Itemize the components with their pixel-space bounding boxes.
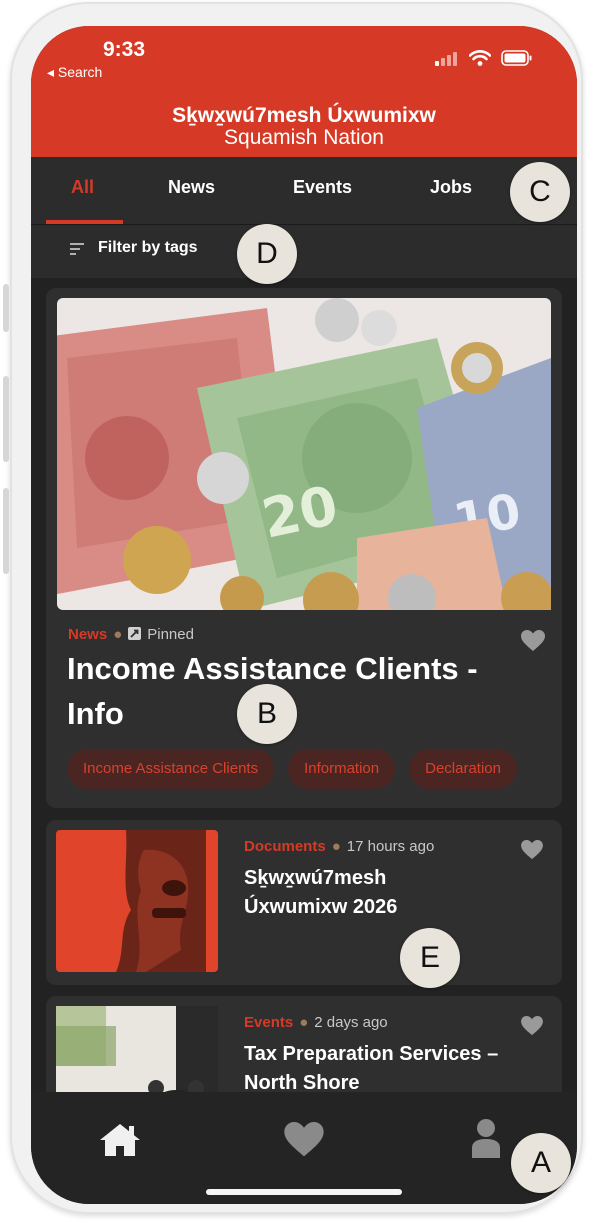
- home-icon[interactable]: [98, 1122, 142, 1158]
- list-item-category[interactable]: Events: [244, 1014, 293, 1031]
- meta-separator: ●: [331, 838, 341, 855]
- favorites-heart-icon[interactable]: [284, 1122, 324, 1158]
- battery-icon: [501, 50, 532, 66]
- tag-chip[interactable]: Declaration: [409, 749, 517, 789]
- featured-title[interactable]: Income Assistance Clients - Info: [67, 646, 527, 736]
- list-item-favorite-heart-icon[interactable]: [521, 1016, 543, 1036]
- callout-b: B: [237, 684, 297, 744]
- filter-by-tags-label[interactable]: Filter by tags: [98, 239, 198, 257]
- phone-silent-switch: [3, 284, 9, 332]
- list-item-favorite-heart-icon[interactable]: [521, 840, 543, 860]
- featured-card[interactable]: 20 10 News ● Pinned Income Assistance Cl…: [46, 288, 562, 808]
- featured-meta: News ● Pinned: [68, 626, 194, 643]
- callout-c: C: [510, 162, 570, 222]
- phone-volume-down: [3, 488, 9, 574]
- pin-icon: [128, 627, 142, 640]
- app-header: 9:33 ◂ Search Sḵwx̱wú7mesh Úxwumixw Squa…: [31, 26, 577, 157]
- brand-name-english: Squamish Nation: [224, 126, 384, 149]
- back-to-search-link[interactable]: ◂ Search: [47, 64, 102, 81]
- meta-separator: ●: [113, 626, 123, 643]
- tag-chip[interactable]: Income Assistance Clients: [67, 749, 275, 789]
- category-tabs: All News Events Jobs: [31, 157, 577, 225]
- tab-jobs[interactable]: Jobs: [430, 177, 472, 198]
- filter-bar[interactable]: Filter by tags: [31, 225, 577, 279]
- list-item[interactable]: Events ● 2 days ago Tax Preparation Servic…: [46, 996, 562, 1092]
- news-feed: 20 10 News ● Pinned Income Assistance Cl…: [31, 278, 577, 1092]
- list-item-category[interactable]: Documents: [244, 838, 326, 855]
- tag-chip[interactable]: Information: [288, 749, 396, 789]
- list-item-thumbnail: [56, 830, 218, 972]
- callout-e: E: [400, 928, 460, 988]
- tab-news[interactable]: News: [168, 177, 215, 198]
- featured-tags: Income Assistance Clients Information Decl…: [67, 749, 549, 791]
- callout-a: A: [511, 1133, 571, 1193]
- list-item-time: 2 days ago: [314, 1014, 388, 1031]
- active-tab-indicator: [46, 220, 123, 224]
- meta-separator: ●: [299, 1014, 309, 1031]
- featured-category[interactable]: News: [68, 626, 107, 643]
- phone-volume-up: [3, 376, 9, 462]
- callout-d: D: [237, 224, 297, 284]
- list-item[interactable]: Documents ● 17 hours ago Sḵwx̱wú7mesh Úxwu…: [46, 820, 562, 985]
- tab-events[interactable]: Events: [293, 177, 352, 198]
- brand-name-native: Sḵwx̱wú7mesh Úxwumixw: [172, 104, 436, 127]
- list-item-thumbnail: [56, 1006, 218, 1092]
- list-item-title[interactable]: Tax Preparation Services – North Shore: [244, 1040, 544, 1092]
- filter-icon: [70, 243, 84, 255]
- status-time: 9:33: [103, 38, 146, 61]
- app-screen: 9:33 ◂ Search Sḵwx̱wú7mesh Úxwumixw Squa…: [31, 26, 577, 1204]
- status-icons: [435, 50, 533, 66]
- home-indicator[interactable]: [206, 1189, 402, 1195]
- wifi-icon: [469, 50, 491, 66]
- list-item-time: 17 hours ago: [346, 838, 435, 855]
- list-item-meta: Documents ● 17 hours ago: [244, 838, 434, 855]
- featured-image: 20 10: [57, 298, 551, 610]
- profile-icon[interactable]: [471, 1118, 501, 1158]
- list-item-meta: Events ● 2 days ago: [244, 1014, 388, 1031]
- tab-all[interactable]: All: [71, 177, 94, 198]
- list-item-title[interactable]: Sḵwx̱wú7mesh Úxwumixw 2026: [244, 864, 444, 922]
- bottom-navigation: [31, 1092, 577, 1204]
- pinned-label: Pinned: [147, 626, 194, 643]
- signal-icon: [435, 52, 457, 66]
